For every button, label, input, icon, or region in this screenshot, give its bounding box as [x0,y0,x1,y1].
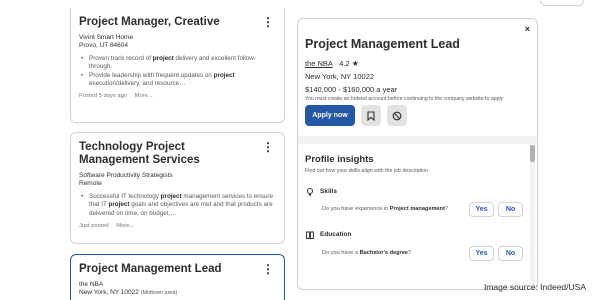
kebab-menu-icon[interactable]: ⋮ [262,263,274,275]
company-name: the NBA [79,281,104,288]
more-link[interactable]: More... [135,93,153,99]
kebab-menu-icon[interactable]: ⋮ [262,141,274,153]
not-interested-button[interactable] [387,105,407,126]
posted-date: Posted 5 days ago [79,93,128,100]
job-meta: Just posted More... [79,223,276,229]
company-name: Vivint Smart Home [79,34,134,41]
star-icon: ★ [351,59,359,68]
detail-salary: $140,000 - $160,000 a year [305,85,398,94]
detail-company: the NBA · 4.2 ★ [305,59,359,68]
section-divider [298,136,537,144]
education-no-button[interactable]: No [498,246,523,261]
job-location: New York, NY 10022 (Midtown area) [79,289,178,296]
job-snippet: Proven track record of project delivery … [79,55,276,88]
job-meta: Posted 5 days ago More... [79,93,276,99]
job-card-project-management-lead[interactable]: Project Management Lead ⋮ the NBA New Yo… [70,254,285,300]
job-title[interactable]: Project Manager, Creative [79,16,276,29]
skills-label: Skills [320,188,337,195]
education-yes-button[interactable]: Yes [469,246,494,261]
company-rating: 4.2 [339,59,350,68]
posted-date: Just posted [79,222,109,229]
job-location: Remote [79,180,102,187]
location-area: (Midtown area) [140,290,178,296]
lightbulb-icon [306,187,314,197]
job-title[interactable]: Technology Project Management Services [79,141,276,167]
scrollbar-track[interactable] [530,145,535,289]
not-interested-icon [392,111,402,120]
education-label: Education [320,231,352,238]
bookmark-icon [367,110,375,121]
snippet-bullet: Proven track record of project delivery … [81,55,276,72]
skills-no-button[interactable]: No [498,202,523,217]
skills-yes-button[interactable]: Yes [469,202,494,217]
scrollbar-thumb[interactable] [530,145,535,162]
account-note: You must create an Indeed account before… [305,96,504,102]
profile-insights-title: Profile insights [305,154,374,165]
save-job-button[interactable] [361,105,381,126]
job-detail-panel: × Project Management Lead the NBA · 4.2 … [297,18,538,290]
company-link[interactable]: the NBA [305,59,333,68]
detail-job-title: Project Management Lead [305,37,460,51]
job-card-project-manager-creative[interactable]: Project Manager, Creative ⋮ Vivint Smart… [70,8,285,123]
kebab-menu-icon[interactable]: ⋮ [262,16,274,28]
apply-now-button[interactable]: Apply now [305,105,355,126]
job-snippet: Successful IT technology project managem… [79,193,276,218]
snippet-bullet: Provide leadership with frequent updates… [81,72,276,89]
profile-insights-subtitle: Find out how your skills align with the … [305,168,429,174]
detail-location: New York, NY 10022 [305,72,375,81]
job-title[interactable]: Project Management Lead [79,263,276,276]
close-icon[interactable]: × [525,24,530,34]
skills-question: Do you have experience in Project manage… [322,206,448,212]
job-card-technology-pm-services[interactable]: Technology Project Management Services ⋮… [70,132,285,244]
top-action-button[interactable] [540,0,584,6]
education-question: Do you have a Bachelor's degree? [322,250,412,256]
snippet-bullet: Successful IT technology project managem… [81,193,276,218]
education-book-icon [306,231,314,239]
job-location: Provo, UT 84604 [79,42,129,49]
company-name: Software Productivity Strategists [79,172,173,179]
image-source-caption: Image source: Indeed/USA [483,282,586,292]
more-link[interactable]: More... [116,223,134,229]
